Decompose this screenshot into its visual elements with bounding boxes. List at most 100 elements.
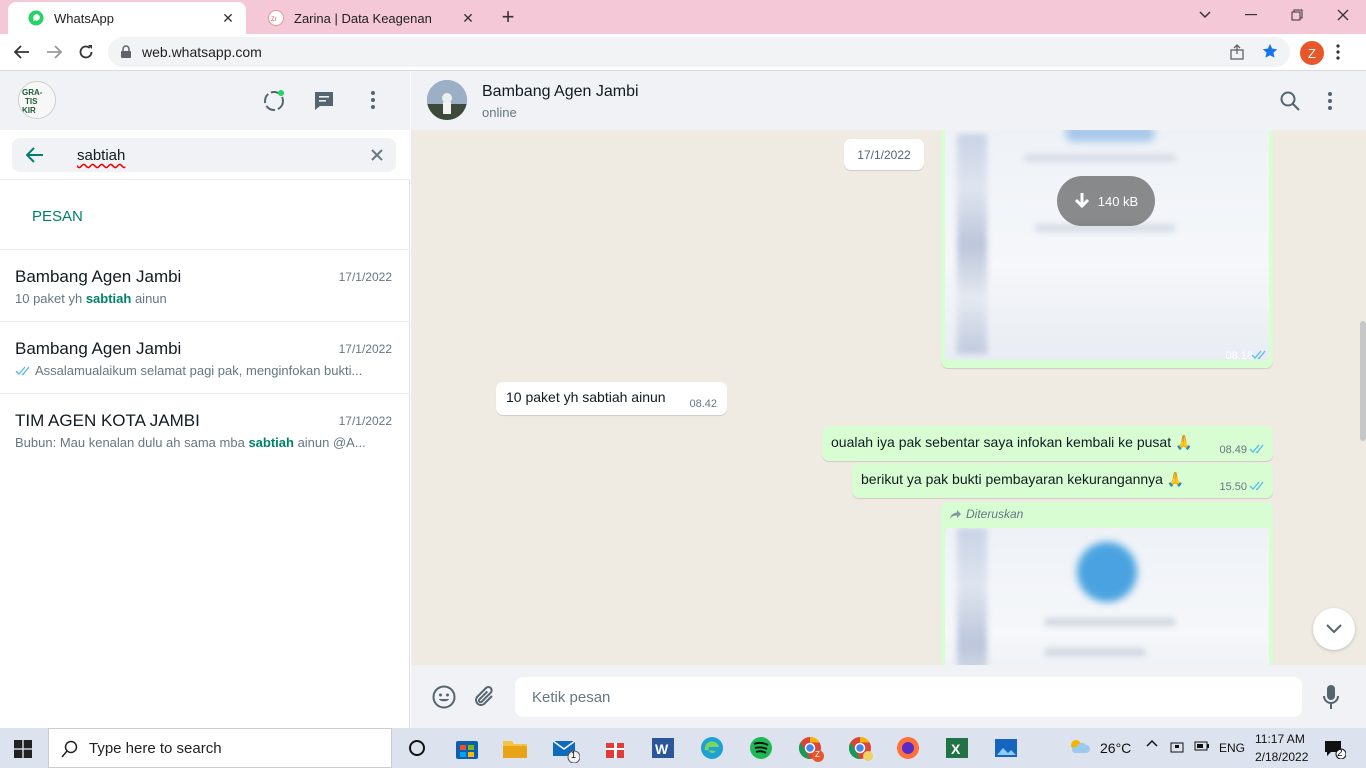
edge-icon[interactable]	[697, 733, 727, 763]
svg-text:Zr: Zr	[271, 17, 277, 23]
search-query-text[interactable]: sabtiah	[77, 147, 125, 164]
file-explorer-icon[interactable]	[500, 733, 530, 763]
chrome-profile-icon[interactable]: Z	[795, 733, 825, 763]
photos-icon[interactable]	[991, 733, 1021, 763]
svg-text:KIR: KIR	[22, 106, 36, 115]
message-time: 15.50	[1219, 481, 1247, 493]
weather-temperature[interactable]: 26°C	[1100, 740, 1131, 756]
bookmark-star-icon[interactable]	[1262, 43, 1278, 59]
outgoing-message[interactable]: oualah iya pak sebentar saya infokan kem…	[822, 426, 1273, 461]
svg-text:TIS: TIS	[25, 97, 38, 106]
search-result-item[interactable]: Bambang Agen Jambi 17/1/2022 10 paket yh…	[0, 250, 410, 322]
taskbar-search-box[interactable]: Type here to search	[48, 728, 392, 768]
language-indicator[interactable]: ENG	[1219, 741, 1245, 755]
zarina-favicon-icon: Zr	[268, 10, 284, 26]
incoming-message[interactable]: 10 paket yh sabtiah ainun 08.42	[496, 382, 727, 415]
tab-whatsapp[interactable]: WhatsApp ✕	[8, 2, 246, 34]
snippet-text: Bubun: Mau kenalan dulu ah sama mba	[15, 435, 249, 450]
weather-icon[interactable]	[1068, 737, 1090, 757]
compose-bar: Ketik pesan	[411, 665, 1366, 728]
chat-scrollbar[interactable]	[1360, 321, 1366, 441]
outgoing-message[interactable]: berikut ya pak bukti pembayaran kekurang…	[852, 463, 1273, 498]
contact-name: Bambang Agen Jambi	[482, 83, 639, 100]
firefox-icon[interactable]	[893, 733, 923, 763]
message-text: 10 paket yh sabtiah ainun	[506, 389, 666, 405]
menu-icon[interactable]	[371, 91, 375, 109]
conversation-panel: Bambang Agen Jambi online 140 kB 08.18 1…	[411, 71, 1366, 728]
message-body: oualah iya pak sebentar saya infokan kem…	[831, 434, 1172, 450]
share-icon[interactable]	[1230, 44, 1246, 60]
clear-search-icon[interactable]	[370, 148, 384, 162]
result-date: 17/1/2022	[338, 270, 392, 284]
address-bar[interactable]: web.whatsapp.com	[108, 37, 1290, 67]
new-chat-icon[interactable]	[313, 90, 335, 112]
scroll-down-button[interactable]	[1313, 608, 1355, 650]
windows-taskbar: Type here to search 1 W Z X 26°C ENG 11:…	[0, 728, 1366, 768]
download-icon	[1074, 193, 1089, 209]
back-button[interactable]	[8, 38, 36, 66]
forwarded-label: Diteruskan	[949, 507, 1023, 521]
search-icon[interactable]	[1280, 91, 1300, 111]
double-check-read-icon	[15, 366, 32, 376]
emoji-icon[interactable]	[432, 685, 456, 709]
task-view-icon[interactable]	[402, 733, 432, 763]
search-result-item[interactable]: Bambang Agen Jambi 17/1/2022 Assalamuala…	[0, 322, 410, 394]
chrome-icon[interactable]	[845, 733, 875, 763]
messages-section-header: PESAN	[0, 180, 410, 250]
menu-icon[interactable]	[1328, 92, 1332, 110]
message-time: 08.42	[689, 398, 717, 410]
mail-icon[interactable]: 1	[550, 733, 580, 763]
network-icon[interactable]	[1170, 740, 1184, 754]
close-window-button[interactable]	[1320, 0, 1366, 30]
message-text: oualah iya pak sebentar saya infokan kem…	[831, 434, 1192, 451]
attach-icon[interactable]	[474, 685, 496, 709]
chevron-up-icon[interactable]	[1146, 739, 1158, 747]
excel-icon[interactable]: X	[942, 733, 972, 763]
minimize-button[interactable]	[1228, 0, 1274, 30]
spotify-icon[interactable]	[746, 733, 776, 763]
download-button[interactable]: 140 kB	[1057, 176, 1155, 226]
folded-hands-emoji: 🙏	[1166, 471, 1185, 487]
tab-search-chevron-icon[interactable]	[1182, 0, 1228, 30]
tab-title: Zarina | Data Keagenan	[294, 10, 432, 26]
clock-time[interactable]: 11:17 AM	[1255, 732, 1305, 746]
contact-status: online	[482, 105, 517, 120]
close-tab-icon[interactable]: ✕	[220, 10, 236, 26]
word-icon[interactable]: W	[648, 733, 678, 763]
reload-button[interactable]	[72, 38, 100, 66]
status-icon[interactable]	[262, 89, 286, 113]
search-input[interactable]: sabtiah	[12, 138, 396, 172]
result-chat-name: Bambang Agen Jambi	[15, 267, 182, 286]
lock-icon[interactable]	[120, 45, 132, 59]
windows-start-icon[interactable]	[14, 740, 32, 758]
url-text: web.whatsapp.com	[142, 44, 262, 60]
forwarded-image-message[interactable]: Diteruskan	[941, 502, 1273, 665]
profile-avatar[interactable]: Z	[1300, 41, 1324, 65]
browser-menu-icon[interactable]	[1336, 44, 1340, 60]
message-body: berikut ya pak bukti pembayaran kekurang…	[861, 471, 1163, 487]
new-tab-button[interactable]: +	[496, 4, 520, 29]
result-snippet: Bubun: Mau kenalan dulu ah sama mba sabt…	[15, 435, 390, 450]
tab-zarina[interactable]: Zr Zarina | Data Keagenan ✕	[248, 2, 486, 34]
image-message[interactable]: 140 kB 08.18	[941, 130, 1273, 368]
snippet-text: Assalamualaikum selamat pagi pak, mengin…	[35, 363, 363, 378]
date-separator: 17/1/2022	[844, 139, 924, 170]
search-result-item[interactable]: TIM AGEN KOTA JAMBI 17/1/2022 Bubun: Mau…	[0, 394, 410, 466]
gift-app-icon[interactable]	[600, 733, 630, 763]
battery-icon[interactable]	[1194, 741, 1210, 751]
message-input[interactable]: Ketik pesan	[515, 677, 1302, 717]
conversation-header[interactable]: Bambang Agen Jambi online	[411, 71, 1366, 130]
result-date: 17/1/2022	[338, 342, 392, 356]
profile-avatar[interactable]: GRA- TIS KIR	[18, 81, 56, 119]
snippet-text: ainun	[131, 291, 167, 306]
close-tab-icon[interactable]: ✕	[460, 10, 476, 26]
clock-date[interactable]: 2/18/2022	[1255, 750, 1308, 764]
contact-avatar[interactable]	[427, 80, 467, 120]
back-arrow-icon[interactable]	[26, 147, 44, 163]
microphone-icon[interactable]	[1323, 684, 1339, 710]
microsoft-store-icon[interactable]	[452, 733, 482, 763]
forward-button[interactable]	[40, 38, 68, 66]
restore-button[interactable]	[1274, 0, 1320, 30]
svg-text:W: W	[655, 741, 669, 757]
double-check-read-icon	[1251, 350, 1267, 360]
